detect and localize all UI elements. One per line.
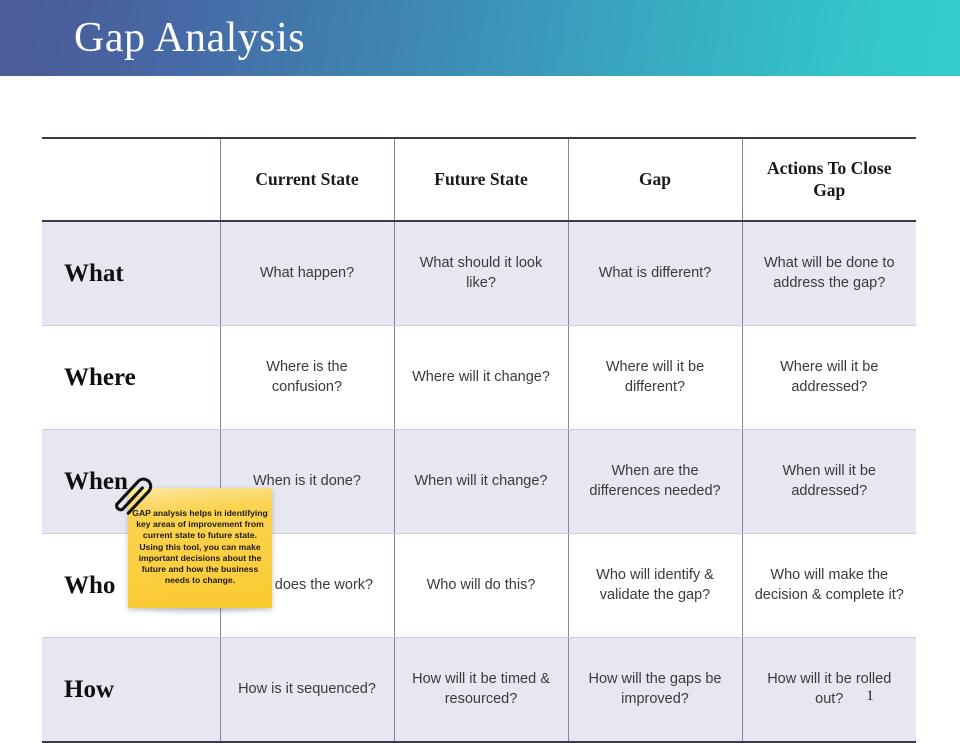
cell-who-future-state: Who will do this? [393, 533, 568, 638]
cell-when-future-state: When will it change? [393, 429, 568, 534]
column-header-actions-to-close-gap: Actions To Close Gap [741, 137, 916, 222]
cell-how-current-state: How is it sequenced? [219, 637, 394, 743]
cell-how-future-state: How will it be timed & resourced? [393, 637, 568, 743]
row-label-where: Where [42, 325, 220, 430]
sticky-note-text: GAP analysis helps in identifying key ar… [132, 508, 268, 586]
cell-when-gap: When are the differences needed? [567, 429, 742, 534]
header-banner: Gap Analysis [0, 0, 960, 76]
cell-where-future-state: Where will it change? [393, 325, 568, 430]
cell-who-actions: Who will make the decision & complete it… [741, 533, 916, 638]
column-header-current-state: Current State [219, 137, 394, 222]
cell-when-actions: When will it be addressed? [741, 429, 916, 534]
cell-how-actions: How will it be rolled out? [741, 637, 916, 743]
sticky-note-callout: GAP analysis helps in identifying key ar… [108, 462, 283, 622]
table-row: Where Where is the confusion? Where will… [42, 325, 916, 430]
cell-where-actions: Where will it be addressed? [741, 325, 916, 430]
cell-where-gap: Where will it be different? [567, 325, 742, 430]
cell-what-current-state: What happen? [219, 221, 394, 326]
page-number: 1 [866, 688, 874, 704]
cell-how-gap: How will the gaps be improved? [567, 637, 742, 743]
table-row: What What happen? What should it look li… [42, 221, 916, 326]
table-header: Current State Future State Gap Actions T… [42, 137, 916, 222]
paperclip-icon [115, 477, 153, 515]
column-header-row-label [42, 137, 220, 222]
page-title: Gap Analysis [74, 15, 306, 61]
cell-what-actions: What will be done to address the gap? [741, 221, 916, 326]
cell-who-gap: Who will identify & validate the gap? [567, 533, 742, 638]
cell-where-current-state: Where is the confusion? [219, 325, 394, 430]
cell-what-future-state: What should it look like? [393, 221, 568, 326]
gap-analysis-table: Current State Future State Gap Actions T… [42, 137, 916, 743]
table-row: How How is it sequenced? How will it be … [42, 637, 916, 743]
row-label-how: How [42, 637, 220, 743]
row-label-what: What [42, 221, 220, 326]
cell-what-gap: What is different? [567, 221, 742, 326]
column-header-future-state: Future State [393, 137, 568, 222]
column-header-gap: Gap [567, 137, 742, 222]
table-header-row: Current State Future State Gap Actions T… [42, 137, 916, 222]
